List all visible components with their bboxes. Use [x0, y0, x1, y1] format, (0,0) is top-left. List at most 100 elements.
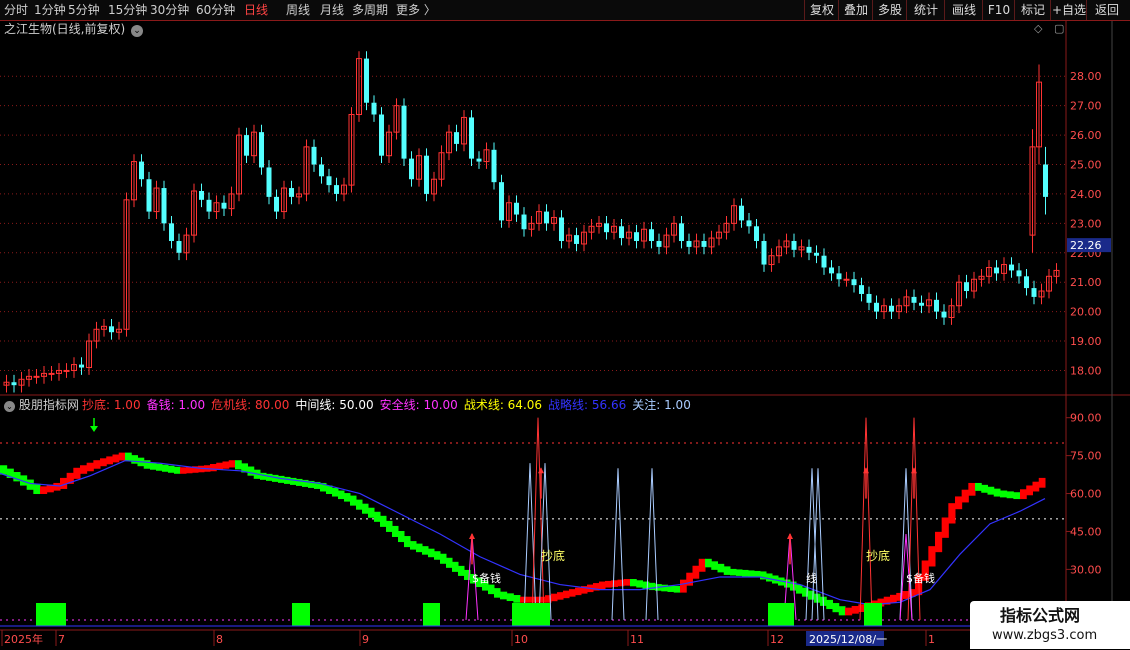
tactical-line-block	[374, 511, 381, 522]
tactical-line-block	[422, 546, 429, 555]
candle-body-down	[206, 199, 212, 212]
tactical-line-block	[948, 503, 956, 524]
tactical-line-block	[440, 553, 447, 564]
candle-body-down	[139, 161, 144, 180]
tactical-line-block	[368, 507, 375, 518]
tactical-line-block	[968, 482, 976, 496]
tactical-line-block	[446, 557, 453, 568]
tactical-line-block	[392, 525, 399, 537]
tactical-line-block	[796, 584, 803, 594]
tactical-line-block	[766, 573, 773, 582]
tactical-line-block	[575, 587, 582, 596]
indicator-name[interactable]: 股朋指标网	[19, 398, 79, 412]
tactical-line-block	[260, 472, 267, 480]
candle-body-down	[889, 305, 894, 312]
candle-body-down	[994, 267, 999, 274]
tactical-line-block	[93, 460, 101, 469]
tactical-line-block	[1006, 491, 1014, 499]
watermark-title: 指标公式网	[1000, 606, 1081, 625]
tactical-line-block	[398, 530, 405, 543]
annotation-beiqian-2: $备钱	[906, 571, 935, 585]
candle-body-down	[11, 382, 17, 386]
tactical-line-block	[551, 593, 558, 602]
bottom-signal-block	[864, 603, 882, 626]
candle-body-down	[521, 214, 527, 230]
tactical-line-block	[73, 467, 81, 479]
indicator-dropdown-icon[interactable]: ⌄	[4, 401, 15, 412]
signal-arrow-head	[538, 467, 544, 474]
tactical-line-block	[680, 579, 687, 593]
tactical-line-block	[648, 582, 656, 591]
tactical-line-block	[162, 464, 169, 472]
tactical-line-block	[532, 596, 540, 603]
signal-spike	[531, 417, 545, 620]
diamond-icon[interactable]: ◇	[1034, 22, 1042, 35]
candle-body-down	[409, 158, 414, 180]
candle-body-down	[379, 114, 384, 156]
candle-body-down	[679, 223, 684, 242]
signal-spike	[611, 468, 625, 620]
legend-item-4: 安全线: 10.00	[379, 398, 458, 412]
candle-body-down	[851, 279, 857, 286]
date-label: 1	[928, 633, 935, 646]
price-axis-label: 27.00	[1070, 100, 1102, 113]
tactical-line-block	[210, 463, 217, 472]
candle-body-down	[326, 176, 332, 186]
date-label: 12	[770, 633, 784, 646]
tactical-line-block	[692, 565, 700, 579]
candle-body-down	[814, 252, 819, 256]
tactical-line-block	[611, 580, 618, 587]
tactical-line-block	[290, 477, 297, 485]
candle-body-down	[424, 155, 429, 194]
candle-body-down	[964, 282, 969, 292]
tactical-line-block	[125, 452, 132, 462]
candle-body-down	[574, 235, 579, 244]
candle-body-down	[941, 311, 947, 318]
tactical-line-block	[386, 520, 393, 532]
dropdown-icon[interactable]: ⌄	[131, 25, 144, 37]
tactical-line-block	[380, 515, 387, 527]
candle-body-down	[401, 105, 407, 159]
price-axis-label: 28.00	[1070, 70, 1102, 83]
tactical-line-block	[826, 599, 833, 610]
price-axis-label: 25.00	[1070, 159, 1102, 172]
annotation-chaodi-1: 抄底	[541, 548, 565, 563]
candle-body-up	[63, 369, 70, 372]
date-cursor-label: 2025/12/08/一	[809, 633, 887, 646]
tactical-line-block	[569, 589, 576, 597]
indicator-title-row: ⌄ 股朋指标网	[4, 398, 79, 412]
candle-body-down	[934, 299, 939, 312]
candle-body-down	[836, 273, 842, 280]
candle-body-down	[656, 241, 662, 247]
candle-body-down	[334, 185, 339, 194]
current-price-label: 22.26	[1070, 239, 1102, 252]
candle-body-down	[604, 223, 609, 233]
candle-body-down	[874, 302, 879, 312]
tactical-line-block	[723, 566, 731, 575]
candle-body-down	[1009, 264, 1014, 271]
tactical-line-block	[362, 503, 369, 514]
maximize-icon[interactable]: ▢	[1054, 22, 1064, 35]
candle-body-down	[514, 202, 519, 215]
tactical-line-block	[1020, 489, 1027, 500]
price-axis-label: 20.00	[1070, 306, 1102, 319]
candle-body-down	[274, 196, 279, 212]
tactical-line-block	[350, 495, 357, 506]
legend-item-7: 关注: 1.00	[632, 398, 691, 412]
indicator-axis-label: 60.00	[1070, 488, 1102, 501]
candle-body-down	[859, 285, 864, 294]
tactical-line-block	[118, 452, 126, 461]
tactical-line-block	[711, 561, 718, 570]
tactical-line-block	[955, 496, 963, 510]
candle-body-down	[649, 229, 654, 242]
tactical-line-block	[1038, 477, 1046, 488]
tactical-line-block	[222, 461, 230, 469]
tactical-line-block	[86, 462, 94, 472]
candle-body-down	[319, 164, 324, 177]
tactical-line-block	[33, 483, 41, 495]
legend-item-6: 战略线: 56.66	[548, 398, 627, 412]
tactical-line-block	[26, 479, 34, 490]
tactical-line-block	[40, 486, 48, 495]
date-label: 9	[362, 633, 369, 646]
candle-body-down	[79, 364, 84, 368]
